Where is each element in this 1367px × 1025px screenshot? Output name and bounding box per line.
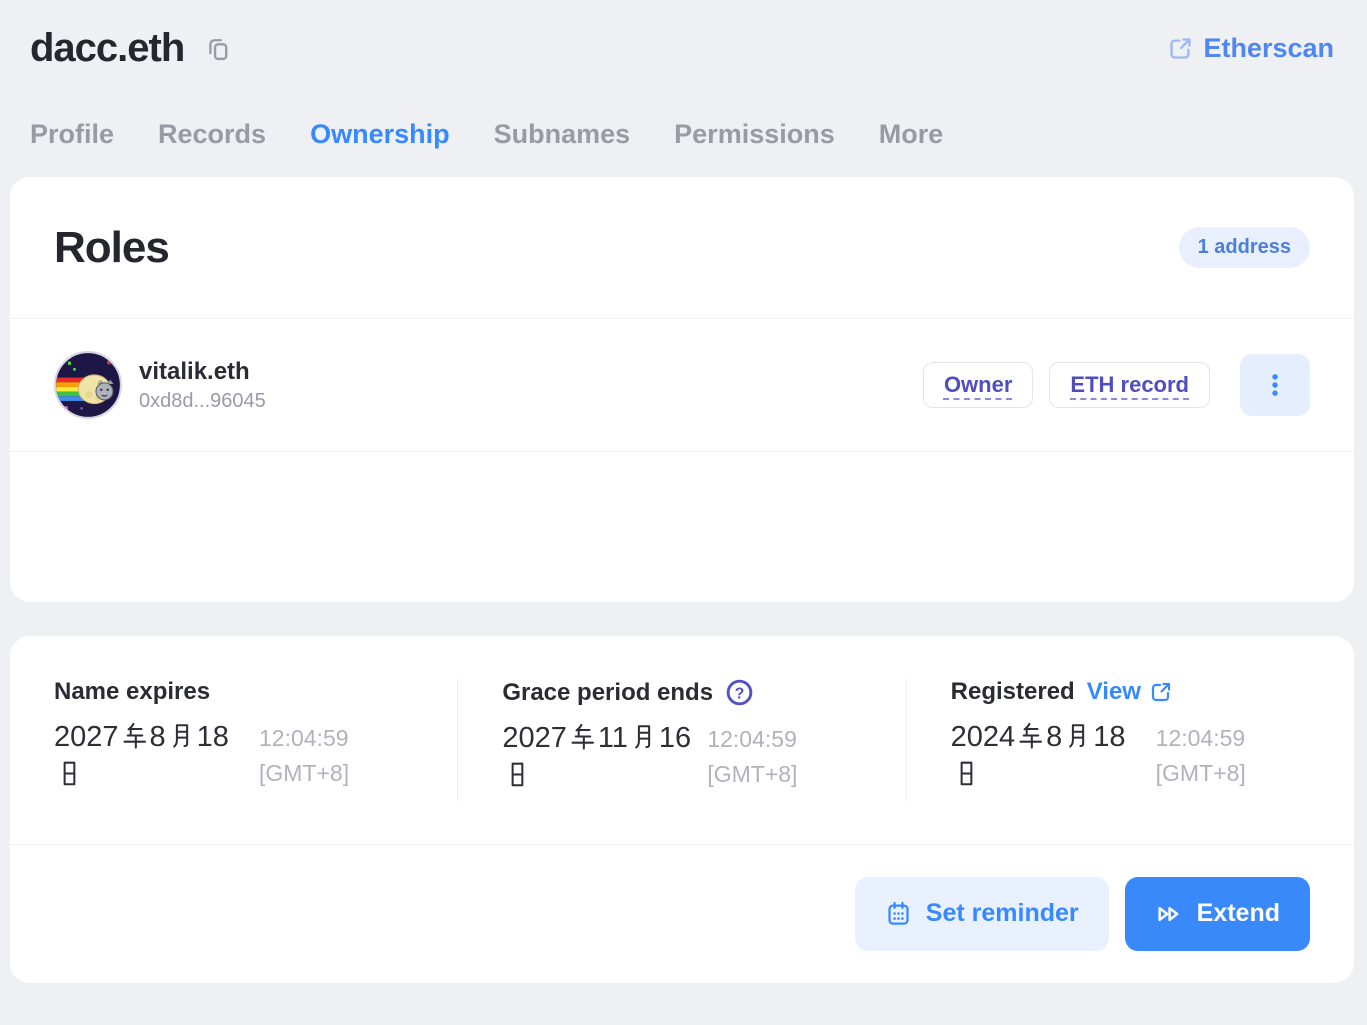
roles-title: Roles bbox=[54, 223, 169, 273]
kanji-year-glyph bbox=[1017, 722, 1044, 749]
tab-bar: Profile Records Ownership Subnames Permi… bbox=[10, 119, 1354, 150]
kanji-month-glyph bbox=[168, 722, 195, 749]
grace-period-time: 12:04:59 [GMT+8] bbox=[707, 719, 797, 796]
address-count-badge: 1 address bbox=[1179, 227, 1310, 268]
tab-permissions[interactable]: Permissions bbox=[674, 119, 835, 150]
owner-tag-button[interactable]: Owner bbox=[923, 362, 1033, 408]
name-expires-title: Name expires bbox=[54, 678, 210, 706]
kanji-day-glyph bbox=[953, 760, 980, 787]
name-expires-section: Name expires 2027818 12:04:59 [GMT+8] bbox=[10, 678, 457, 802]
member-name: vitalik.eth bbox=[139, 358, 266, 386]
tab-records[interactable]: Records bbox=[158, 119, 266, 150]
member-address: 0xd8d...96045 bbox=[139, 390, 266, 413]
grace-period-title: Grace period ends bbox=[502, 679, 713, 707]
kanji-day-glyph bbox=[504, 761, 531, 788]
kanji-day-glyph bbox=[56, 760, 83, 787]
question-mark-icon[interactable]: ? bbox=[725, 678, 754, 707]
etherscan-label: Etherscan bbox=[1203, 33, 1334, 64]
kanji-year-glyph bbox=[121, 722, 148, 749]
name-expires-date: 2027818 bbox=[54, 718, 259, 795]
svg-text:?: ? bbox=[735, 685, 745, 702]
external-link-icon bbox=[1167, 35, 1194, 62]
registered-time: 12:04:59 [GMT+8] bbox=[1156, 718, 1246, 795]
page: dacc.eth Etherscan Profile bbox=[0, 0, 1367, 983]
avatar bbox=[54, 351, 122, 419]
header: dacc.eth Etherscan bbox=[10, 22, 1354, 71]
grace-period-section: Grace period ends ? 20271116 12:04:59 [G… bbox=[457, 678, 905, 802]
tab-subnames[interactable]: Subnames bbox=[494, 119, 631, 150]
roles-empty-area bbox=[10, 452, 1354, 602]
view-link-label: View bbox=[1087, 678, 1141, 706]
copy-button[interactable] bbox=[202, 33, 234, 65]
tab-ownership[interactable]: Ownership bbox=[310, 119, 450, 150]
vertical-dots-icon bbox=[1262, 372, 1288, 398]
expiry-card: Name expires 2027818 12:04:59 [GMT+8] Gr… bbox=[10, 636, 1354, 983]
extend-label: Extend bbox=[1197, 899, 1280, 928]
external-link-icon bbox=[1149, 680, 1173, 704]
roles-card: Roles 1 address bbox=[10, 177, 1354, 602]
tab-profile[interactable]: Profile bbox=[30, 119, 114, 150]
eth-record-tag-button[interactable]: ETH record bbox=[1049, 362, 1210, 408]
copy-icon bbox=[204, 35, 232, 63]
registered-title: Registered bbox=[951, 678, 1075, 706]
set-reminder-button[interactable]: Set reminder bbox=[855, 877, 1109, 951]
kanji-month-glyph bbox=[630, 723, 657, 750]
member-menu-button[interactable] bbox=[1240, 354, 1310, 416]
view-registration-link[interactable]: View bbox=[1087, 678, 1173, 706]
tab-more[interactable]: More bbox=[879, 119, 944, 150]
page-title: dacc.eth bbox=[30, 26, 184, 71]
set-reminder-label: Set reminder bbox=[926, 899, 1079, 928]
role-member-row: vitalik.eth 0xd8d...96045 Owner ETH reco… bbox=[10, 319, 1354, 451]
calendar-icon bbox=[885, 900, 912, 927]
kanji-year-glyph bbox=[569, 723, 596, 750]
name-expires-time: 12:04:59 [GMT+8] bbox=[259, 718, 349, 795]
extend-button[interactable]: Extend bbox=[1125, 877, 1310, 951]
fast-forward-icon bbox=[1155, 900, 1183, 928]
registered-section: Registered View 2024818 1 bbox=[906, 678, 1354, 802]
registered-date: 2024818 bbox=[951, 718, 1156, 795]
etherscan-link[interactable]: Etherscan bbox=[1167, 33, 1334, 64]
grace-period-date: 20271116 bbox=[502, 719, 707, 796]
kanji-month-glyph bbox=[1064, 722, 1091, 749]
expiry-actions: Set reminder Extend bbox=[10, 845, 1354, 983]
